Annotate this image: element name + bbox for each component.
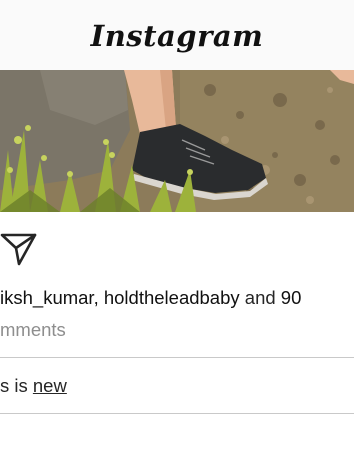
divider xyxy=(0,413,354,414)
post-actions-bar xyxy=(0,212,354,282)
post-photo[interactable] xyxy=(0,70,354,212)
caption-link-new[interactable]: new xyxy=(33,375,67,396)
likes-and-text: and xyxy=(239,287,281,308)
likes-count[interactable]: 90 xyxy=(281,287,302,308)
instagram-logo[interactable]: Instagram xyxy=(91,19,264,53)
post-photo-image xyxy=(0,70,354,212)
caption-message: s is new xyxy=(0,374,67,398)
caption-prefix: s is xyxy=(0,375,33,396)
view-comments-link[interactable]: mments xyxy=(0,318,66,342)
send-paper-plane-icon xyxy=(0,233,37,266)
liked-by-users[interactable]: iksh_kumar, holdtheleadbaby xyxy=(0,287,240,308)
likes-line: iksh_kumar, holdtheleadbaby and 90 xyxy=(0,286,354,310)
send-icon[interactable] xyxy=(0,231,38,267)
app-header: Instagram xyxy=(0,0,354,70)
divider xyxy=(0,357,354,358)
